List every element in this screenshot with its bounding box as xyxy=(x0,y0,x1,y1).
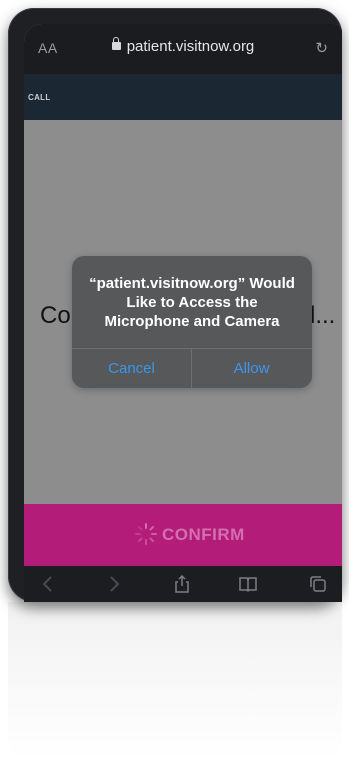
url-text: patient.visitnow.org xyxy=(126,38,255,55)
background-title-end: l... xyxy=(310,302,336,329)
call-header: CALL xyxy=(24,74,342,120)
reload-icon[interactable]: ↻ xyxy=(315,39,328,57)
phone-frame: AA patient.visitnow.org ↻ CALL Co l... “… xyxy=(8,8,342,602)
confirm-button[interactable]: CONFIRM xyxy=(24,504,342,566)
dialog-message: “patient.visitnow.org” Would Like to Acc… xyxy=(89,275,295,330)
bookmarks-icon[interactable] xyxy=(238,574,258,594)
forward-icon[interactable] xyxy=(104,574,124,594)
background-title-start: Co xyxy=(40,302,71,329)
back-icon[interactable] xyxy=(38,574,58,594)
url-display[interactable]: patient.visitnow.org xyxy=(24,37,342,55)
permission-dialog: “patient.visitnow.org” Would Like to Acc… xyxy=(72,256,312,388)
call-label: CALL xyxy=(28,93,51,102)
phone-reflection xyxy=(8,602,342,760)
browser-address-bar[interactable]: AA patient.visitnow.org ↻ xyxy=(24,24,342,74)
cancel-button[interactable]: Cancel xyxy=(72,349,191,388)
share-icon[interactable] xyxy=(172,574,192,594)
loading-spinner-icon xyxy=(135,523,157,545)
confirm-label: CONFIRM xyxy=(162,525,245,544)
lock-icon xyxy=(111,37,121,50)
allow-button[interactable]: Allow xyxy=(192,349,311,388)
tabs-icon[interactable] xyxy=(308,574,328,594)
browser-toolbar xyxy=(24,566,342,602)
phone-screen: AA patient.visitnow.org ↻ CALL Co l... “… xyxy=(24,24,342,602)
